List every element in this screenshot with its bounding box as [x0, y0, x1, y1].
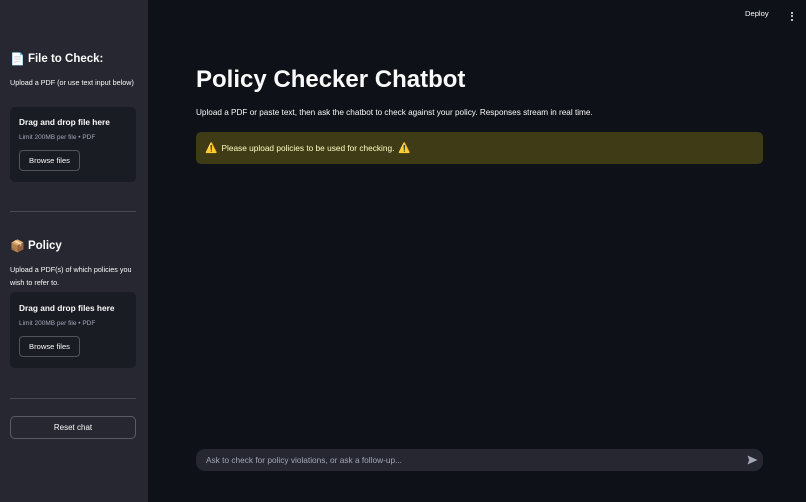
file-section-heading: 📄 File to Check:: [10, 52, 103, 66]
warning-icon: ⚠️: [205, 142, 218, 154]
policy-dropzone-limit: Limit 200MB per file • PDF: [19, 320, 96, 327]
file-section-description: Upload a PDF (or use text input below): [10, 78, 134, 87]
box-icon: 📦: [10, 239, 25, 253]
file-section-heading-text: File to Check:: [27, 53, 104, 65]
chat-input-bar: [196, 449, 763, 471]
kebab-menu-icon[interactable]: [788, 9, 796, 23]
policy-section-description: Upload a PDF(s) of which policies you wi…: [10, 265, 132, 287]
file-dropzone-limit: Limit 200MB per file • PDF: [19, 134, 96, 141]
page-intro: Upload a PDF or paste text, then ask the…: [196, 108, 593, 117]
policy-section-heading: 📦 Policy: [10, 239, 62, 253]
file-browse-button[interactable]: Browse files: [19, 150, 80, 171]
warning-alert: ⚠️ Please upload policies to be used for…: [196, 132, 763, 164]
policy-dropzone-title: Drag and drop files here: [19, 303, 115, 313]
warning-icon: ⚠️: [398, 142, 411, 154]
policy-section-heading-text: Policy: [27, 240, 62, 252]
policy-browse-button[interactable]: Browse files: [19, 336, 80, 357]
file-dropzone[interactable]: Drag and drop file here Limit 200MB per …: [10, 107, 136, 182]
policy-dropzone[interactable]: Drag and drop files here Limit 200MB per…: [10, 292, 136, 368]
chat-input[interactable]: [196, 449, 741, 471]
reset-chat-button[interactable]: Reset chat: [10, 416, 136, 439]
deploy-button[interactable]: Deploy: [745, 9, 769, 18]
sidebar: 📄 File to Check: Upload a PDF (or use te…: [0, 0, 148, 502]
sidebar-divider: [10, 211, 136, 212]
send-icon[interactable]: [741, 449, 763, 471]
sidebar-divider: [10, 398, 136, 399]
document-icon: 📄: [10, 52, 25, 66]
file-dropzone-title: Drag and drop file here: [19, 117, 110, 127]
page-title: Policy Checker Chatbot: [196, 66, 466, 93]
warning-text: Please upload policies to be used for ch…: [221, 143, 395, 153]
